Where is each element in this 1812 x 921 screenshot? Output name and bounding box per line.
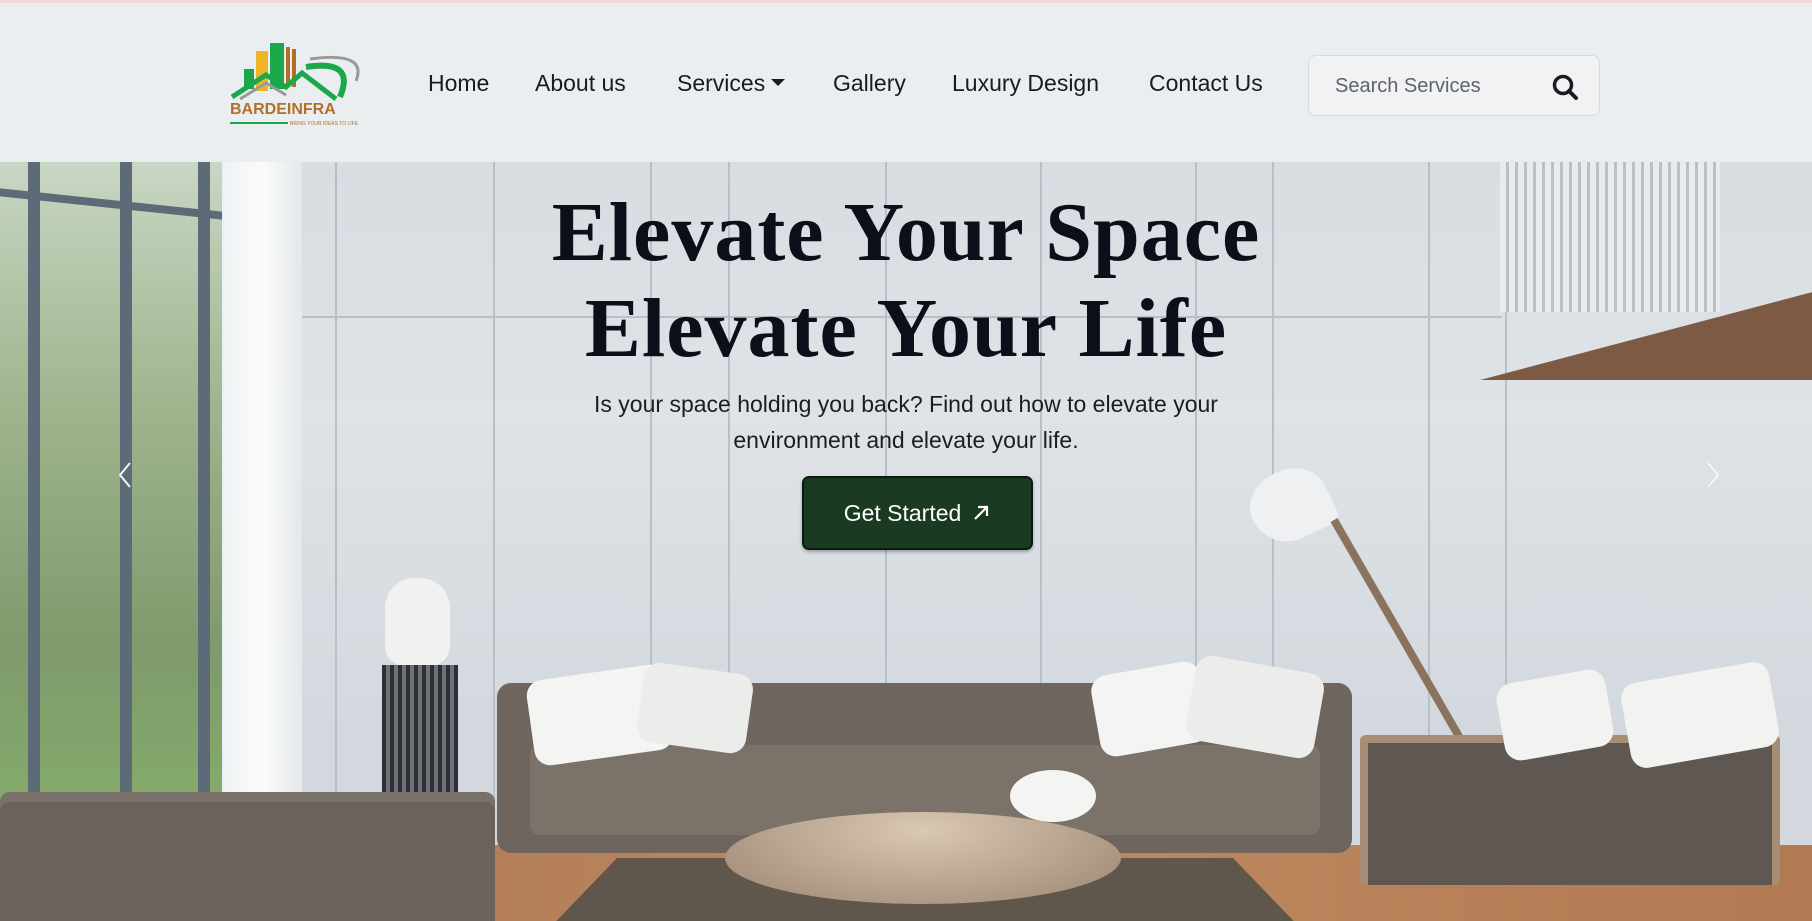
nav-luxury-design[interactable]: Luxury Design — [952, 70, 1099, 97]
nav-about-us[interactable]: About us — [535, 70, 626, 97]
search-icon[interactable] — [1551, 73, 1579, 101]
nav-contact-us[interactable]: Contact Us — [1149, 70, 1263, 97]
get-started-button[interactable]: Get Started — [802, 476, 1033, 550]
nav-services-dropdown[interactable]: Services — [677, 70, 786, 97]
hero-title: Elevate Your Space Elevate Your Life — [0, 185, 1812, 377]
svg-text:BARDEINFRA: BARDEINFRA — [230, 101, 336, 118]
chevron-left-icon[interactable] — [110, 455, 140, 495]
arrow-up-right-icon — [974, 505, 989, 520]
nav-home[interactable]: Home — [428, 70, 489, 97]
search-input[interactable] — [1335, 71, 1545, 101]
svg-text:BRING YOUR IDEAS TO LIFE: BRING YOUR IDEAS TO LIFE — [290, 121, 359, 127]
search-box — [1308, 55, 1600, 116]
nav-gallery[interactable]: Gallery — [833, 70, 906, 97]
hero-title-line-2: Elevate Your Life — [584, 282, 1228, 375]
chevron-right-icon[interactable] — [1698, 455, 1728, 495]
get-started-label: Get Started — [843, 499, 962, 526]
hero-title-line-1: Elevate Your Space — [551, 186, 1261, 279]
caret-down-icon — [771, 79, 786, 87]
navbar: BARDEINFRA BRING YOUR IDEAS TO LIFE Home… — [0, 3, 1812, 162]
brand-logo[interactable]: BARDEINFRA BRING YOUR IDEAS TO LIFE — [228, 41, 368, 131]
nav-services-label: Services — [677, 70, 766, 96]
hero-subtitle: Is your space holding you back? Find out… — [594, 391, 1218, 453]
